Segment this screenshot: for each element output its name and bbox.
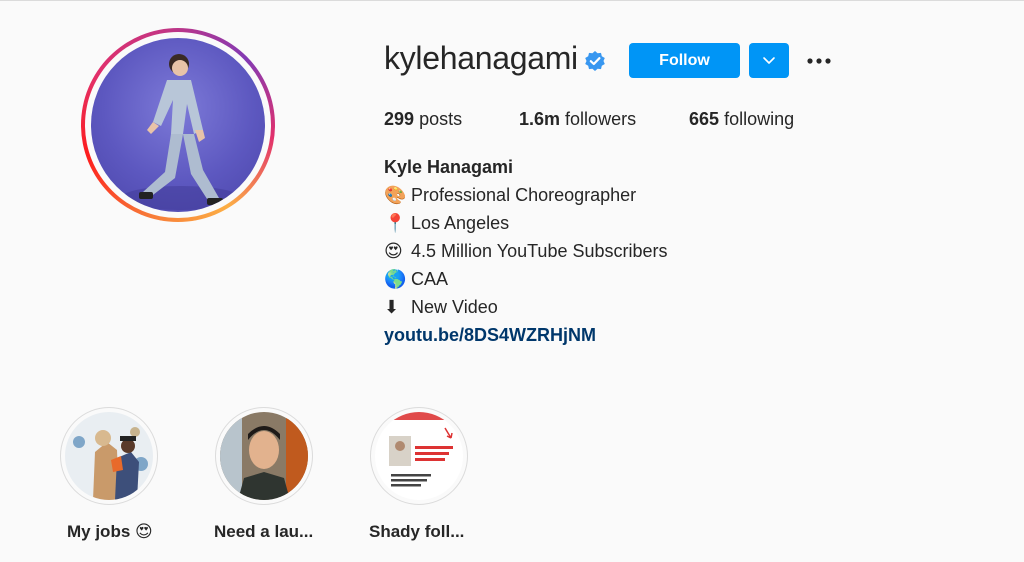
bio-line: ⬇ New Video bbox=[384, 297, 498, 318]
highlight-label: Need a lau... bbox=[214, 522, 314, 541]
top-divider bbox=[0, 0, 1024, 1]
bio-text: CAA bbox=[411, 269, 449, 289]
more-horizontal-icon[interactable] bbox=[804, 50, 834, 72]
follow-button[interactable]: Follow bbox=[629, 43, 740, 78]
highlight-shady-follows[interactable] bbox=[370, 407, 468, 505]
bio-text: Professional Choreographer bbox=[411, 185, 637, 205]
following-label: following bbox=[724, 109, 795, 129]
followers-count: 1.6m bbox=[519, 109, 561, 129]
highlight-my-jobs[interactable] bbox=[60, 407, 158, 505]
chevron-down-icon bbox=[763, 57, 775, 64]
bio-text: 4.5 Million YouTube Subscribers bbox=[411, 241, 668, 261]
bio-link[interactable]: youtu.be/8DS4WZRHjNM bbox=[384, 325, 596, 346]
full-name: Kyle Hanagami bbox=[384, 157, 514, 177]
globe-icon: 🌎 bbox=[384, 269, 407, 290]
verified-badge-icon bbox=[585, 51, 605, 71]
avatar-photo bbox=[91, 38, 265, 212]
highlight-cover bbox=[220, 412, 308, 500]
highlight-cover bbox=[375, 412, 463, 500]
highlight-cover bbox=[65, 412, 153, 500]
highlight-need-a-laugh[interactable] bbox=[215, 407, 313, 505]
posts-count: 299 bbox=[384, 109, 415, 129]
suggested-dropdown-button[interactable] bbox=[749, 43, 789, 78]
bio-line: 🌎 CAA bbox=[384, 269, 448, 290]
posts-stat: 299 posts bbox=[384, 109, 462, 130]
posts-label: posts bbox=[419, 109, 463, 129]
bio-line: 😍 4.5 Million YouTube Subscribers bbox=[384, 241, 668, 262]
bio-text: Los Angeles bbox=[411, 213, 510, 233]
bio-text: New Video bbox=[411, 297, 498, 317]
followers-stat[interactable]: 1.6m followers bbox=[519, 109, 636, 130]
down-arrow-icon: ⬇ bbox=[384, 297, 400, 318]
highlight-label: Shady foll... bbox=[369, 522, 465, 541]
pin-icon: 📍 bbox=[384, 213, 407, 234]
followers-label: followers bbox=[565, 109, 637, 129]
bio-line: 🎨 Professional Choreographer bbox=[384, 185, 636, 206]
following-count: 665 bbox=[689, 109, 720, 129]
username: kylehanagami bbox=[384, 40, 578, 76]
highlight-label: My jobs 😍 bbox=[67, 522, 153, 541]
heart-eyes-icon: 😍 bbox=[384, 241, 403, 262]
profile-avatar[interactable] bbox=[81, 28, 275, 222]
following-stat[interactable]: 665 following bbox=[689, 109, 794, 130]
bio-line: 📍 Los Angeles bbox=[384, 213, 509, 234]
palette-icon: 🎨 bbox=[384, 185, 407, 206]
